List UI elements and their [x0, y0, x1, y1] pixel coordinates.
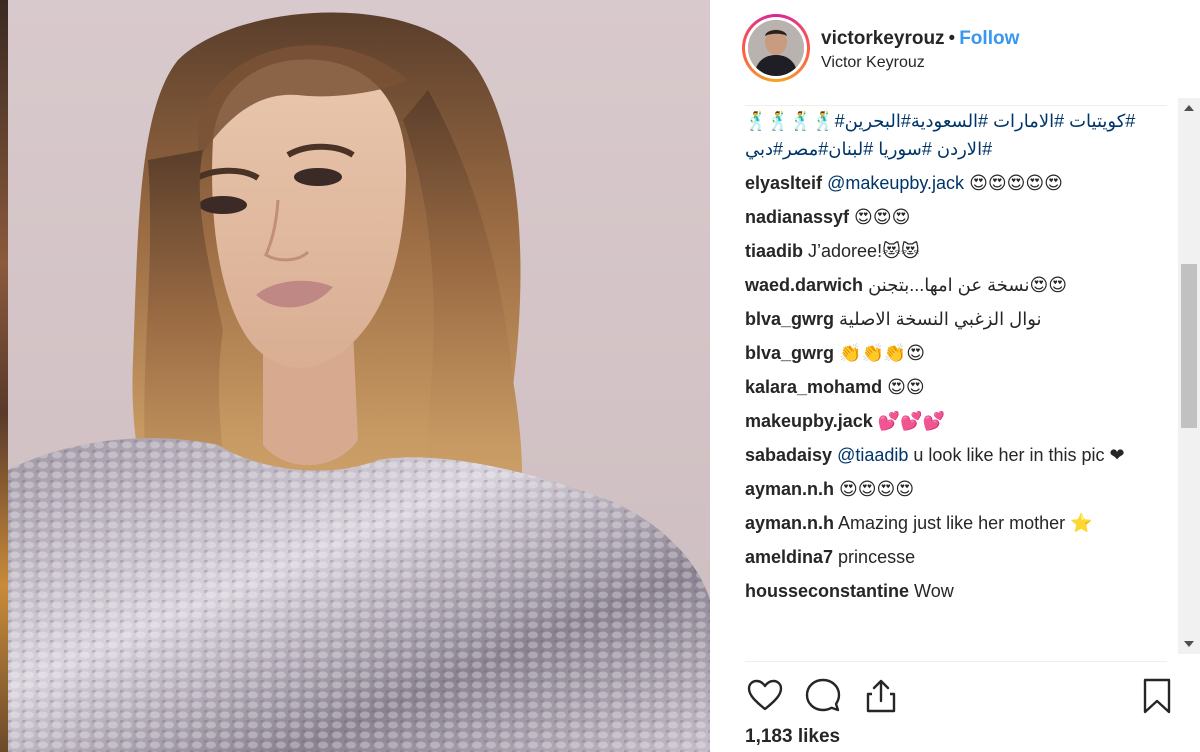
comment-item: blva_gwrg نوال الزغبي النسخة الاصلية: [745, 306, 1175, 333]
comment-username[interactable]: kalara_mohamd: [745, 377, 882, 397]
post-caption: #كويتيات #الامارات #السعودية#البحرين#🕺🕺🕺…: [745, 107, 1175, 163]
comment-text: 😍😍😍😍😍: [964, 173, 1063, 193]
heart-icon[interactable]: [745, 676, 785, 716]
comment-item: ayman.n.h Amazing just like her mother ⭐: [745, 510, 1175, 537]
comment-item: sabadaisy @tiaadib u look like her in th…: [745, 442, 1175, 469]
comment-item: waed.darwich نسخة عن امها...بتجنن😍😍: [745, 272, 1175, 299]
comment-item: kalara_mohamd 😍😍: [745, 374, 1175, 401]
comment-username[interactable]: nadianassyf: [745, 207, 849, 227]
share-icon[interactable]: [861, 676, 901, 716]
comment-text: u look like her in this pic ❤: [908, 445, 1125, 465]
username-row: victorkeyrouz • Follow: [821, 28, 1019, 50]
follow-button[interactable]: Follow: [959, 28, 1019, 49]
bookmark-icon[interactable]: [1137, 676, 1177, 716]
caption-line[interactable]: #كويتيات #الامارات #السعودية#البحرين#🕺🕺🕺…: [745, 107, 1175, 135]
comment-item: ayman.n.h 😍😍😍😍: [745, 476, 1175, 503]
comment-username[interactable]: blva_gwrg: [745, 343, 834, 363]
comment-text: 💕💕💕: [872, 411, 945, 431]
comment-username[interactable]: ayman.n.h: [745, 479, 834, 499]
comments-scrollbar[interactable]: [1178, 98, 1200, 654]
comment-item: elyaslteif @makeupby.jack 😍😍😍😍😍: [745, 170, 1175, 197]
action-bar: [745, 672, 1177, 720]
post-photo[interactable]: [8, 0, 710, 752]
comment-item: nadianassyf 😍😍😍: [745, 204, 1175, 231]
scrollbar-thumb[interactable]: [1181, 264, 1197, 428]
comment-username[interactable]: housseconstantine: [745, 581, 909, 601]
header-divider: [745, 105, 1167, 106]
comment-item: ameldina7 princesse: [745, 544, 1175, 571]
comment-username[interactable]: tiaadib: [745, 241, 803, 261]
post-photo-illustration: [8, 12, 710, 752]
caption-line[interactable]: #الاردن #سوريا #لبنان#مصر#دبي: [745, 135, 1175, 163]
comment-username[interactable]: blva_gwrg: [745, 309, 834, 329]
comment-text: 😍😍😍: [849, 207, 911, 227]
comments-list[interactable]: #كويتيات #الامارات #السعودية#البحرين#🕺🕺🕺…: [745, 107, 1175, 655]
comment-text: Wow: [909, 581, 954, 601]
separator-dot: •: [948, 28, 956, 49]
comment-text: princesse: [833, 547, 916, 567]
likes-count[interactable]: 1,183 likes: [745, 726, 840, 748]
comment-text: J’adoree!😻😻: [803, 241, 920, 261]
username-link[interactable]: victorkeyrouz: [821, 28, 945, 49]
scroll-down-arrow-icon[interactable]: [1184, 641, 1194, 647]
actions-divider: [745, 661, 1167, 662]
comment-text: 😍😍😍😍: [834, 479, 915, 499]
comment-username[interactable]: ameldina7: [745, 547, 833, 567]
comment-item: makeupby.jack 💕💕💕: [745, 408, 1175, 435]
comment-text: نسخة عن امها...بتجنن😍😍: [863, 275, 1067, 295]
post-header: victorkeyrouz • Follow Victor Keyrouz: [742, 14, 1182, 90]
comment-username[interactable]: ayman.n.h: [745, 513, 834, 533]
avatar[interactable]: [742, 14, 810, 82]
comment-item: housseconstantine Wow: [745, 578, 1175, 605]
comment-icon[interactable]: [803, 676, 843, 716]
comment-item: tiaadib J’adoree!😻😻: [745, 238, 1175, 265]
comment-username[interactable]: waed.darwich: [745, 275, 863, 295]
comment-text: Amazing just like her mother ⭐: [834, 513, 1093, 533]
avatar-photo: [748, 20, 804, 76]
full-name: Victor Keyrouz: [821, 54, 925, 71]
comment-text: 👏👏👏😍: [834, 343, 926, 363]
comment-username[interactable]: makeupby.jack: [745, 411, 873, 431]
post-sidebar: victorkeyrouz • Follow Victor Keyrouz #كوي…: [710, 0, 1200, 752]
comment-text: نوال الزغبي النسخة الاصلية: [834, 309, 1042, 329]
comment-mention[interactable]: @tiaadib: [837, 445, 908, 465]
comment-username[interactable]: sabadaisy: [745, 445, 832, 465]
comment-mention[interactable]: @makeupby.jack: [827, 173, 964, 193]
comment-username[interactable]: elyaslteif: [745, 173, 822, 193]
comment-item: blva_gwrg 👏👏👏😍: [745, 340, 1175, 367]
scroll-up-arrow-icon[interactable]: [1184, 105, 1194, 111]
comment-text: 😍😍: [882, 377, 925, 397]
background-window-edge: [0, 0, 8, 752]
